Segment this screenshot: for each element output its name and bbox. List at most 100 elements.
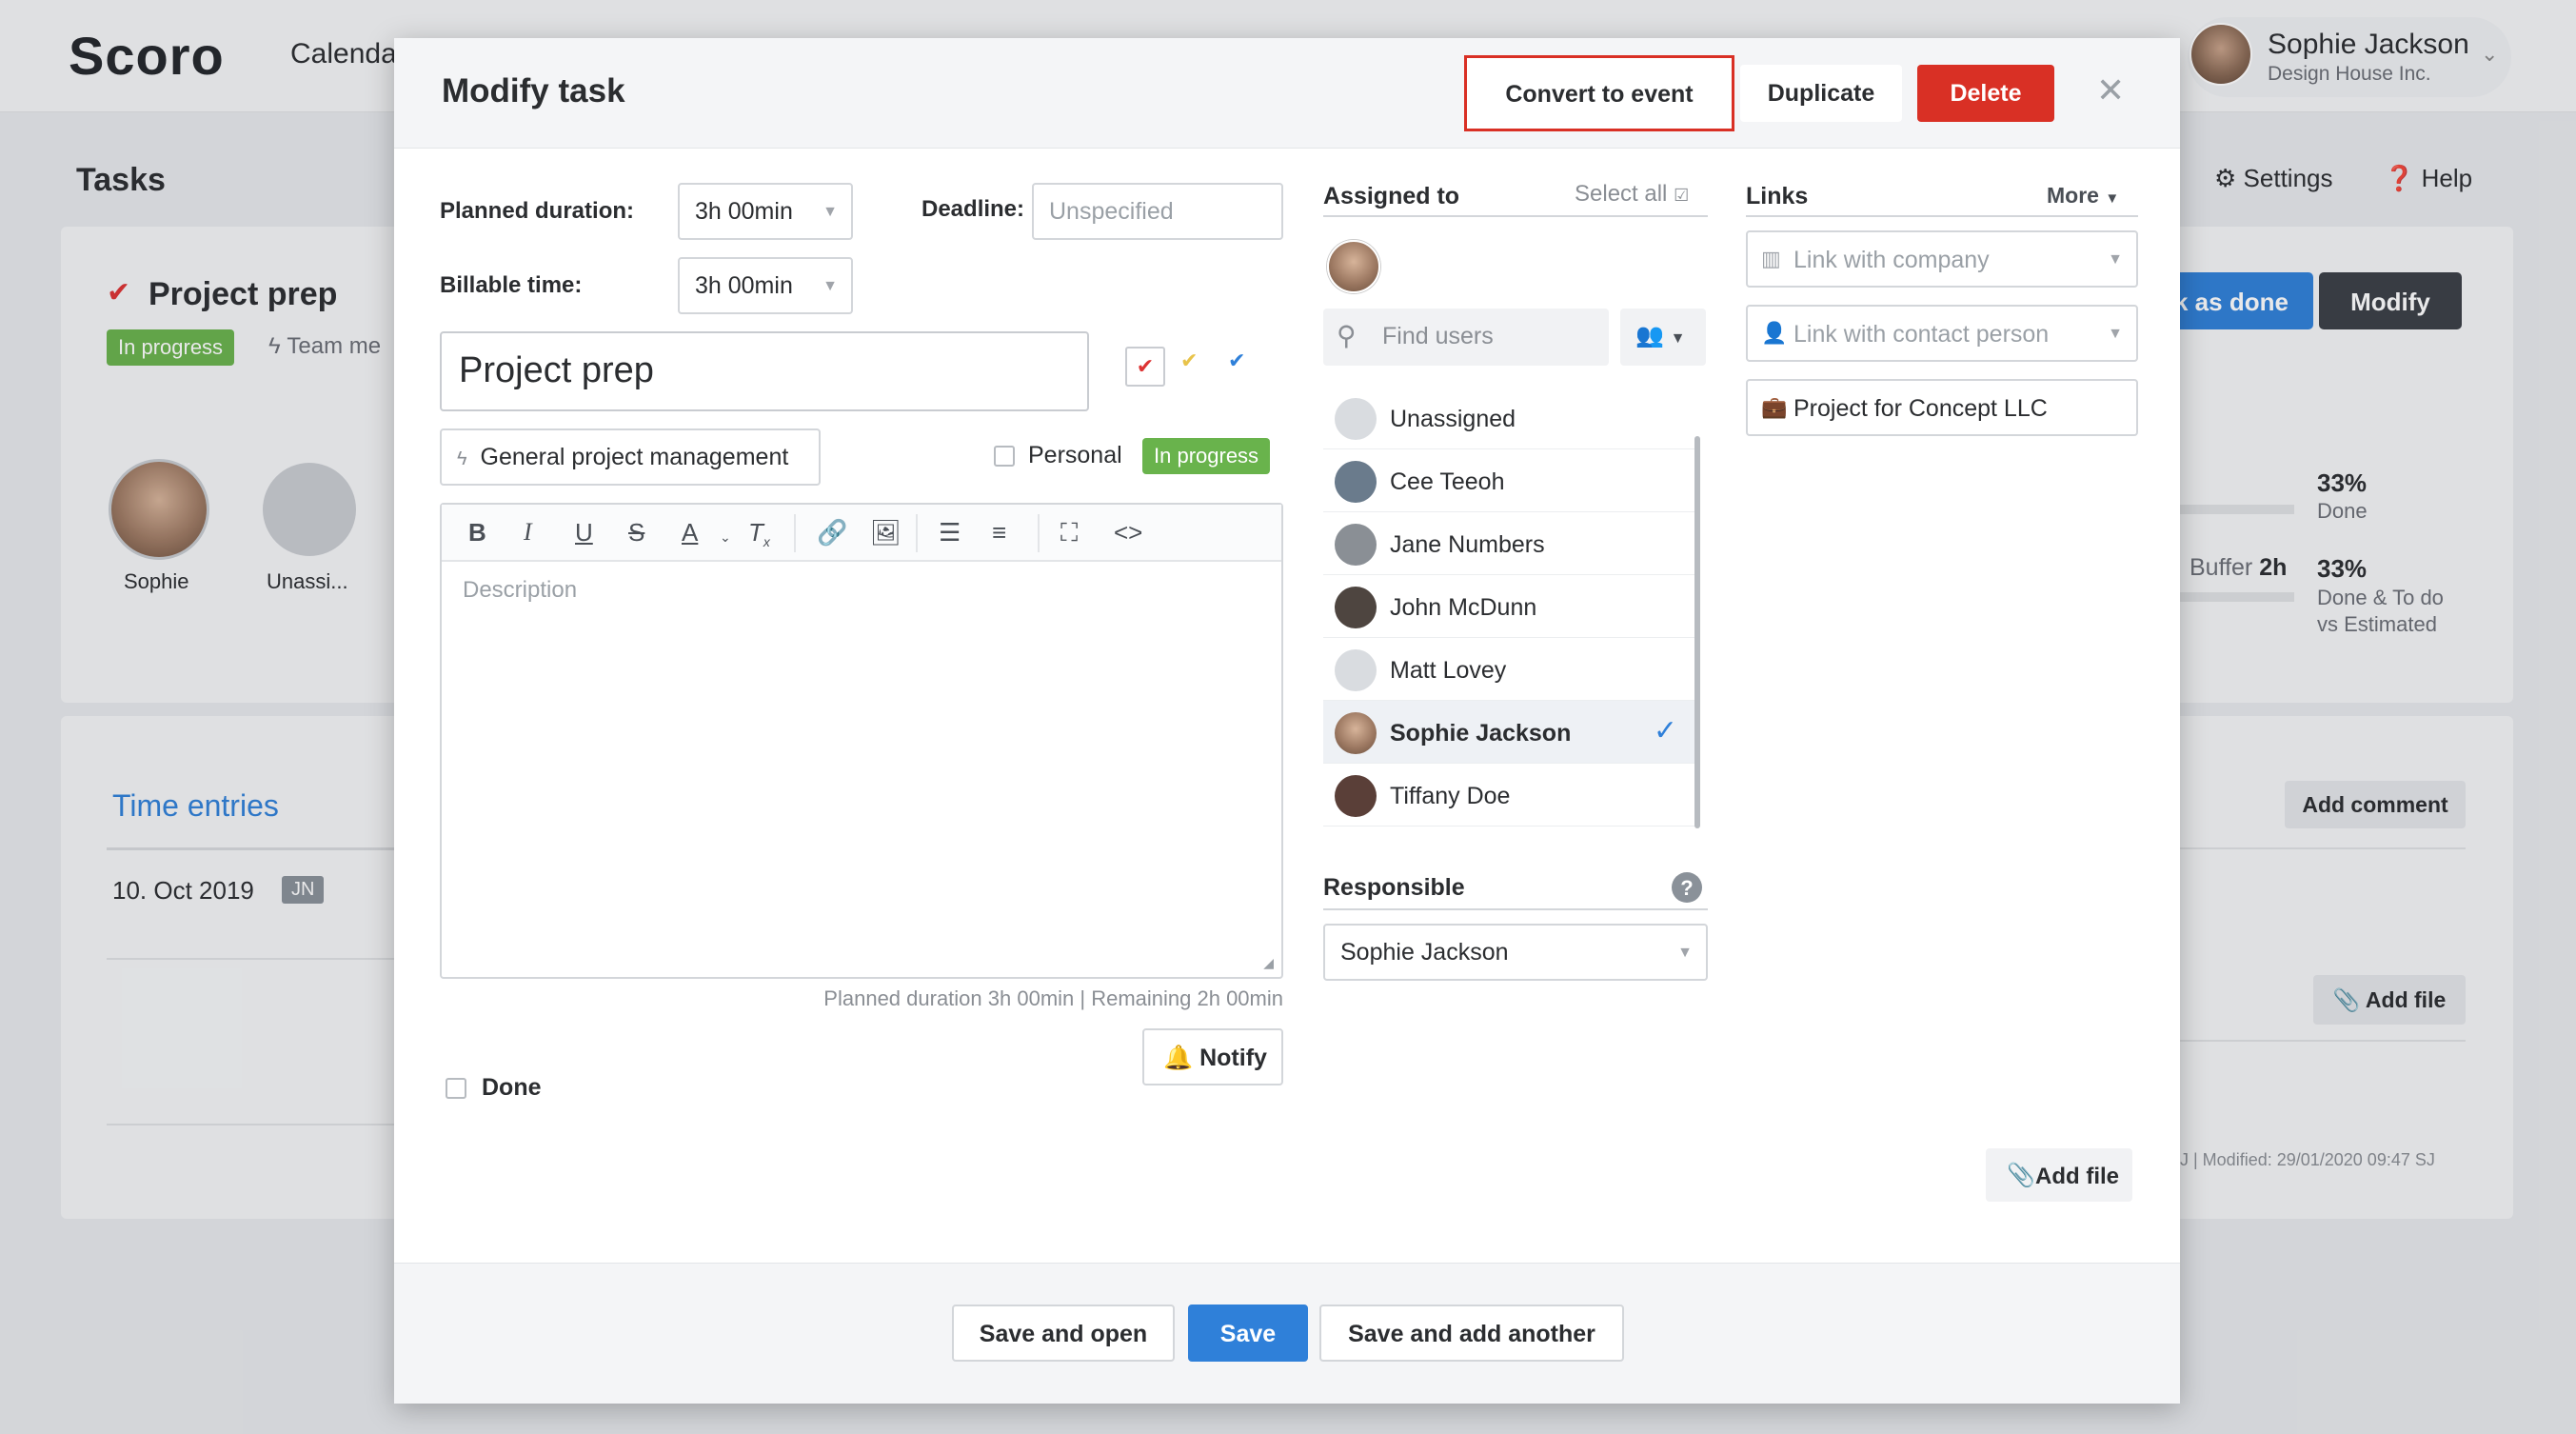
add-file-label: Add file [2035, 1164, 2119, 1189]
bold-icon[interactable]: B [468, 518, 486, 548]
fullscreen-icon[interactable]: ⛶ [1060, 518, 1078, 548]
user-name: Unassigned [1390, 406, 1516, 432]
close-icon[interactable]: ✕ [2096, 70, 2125, 110]
user-item-cee-teeoh[interactable]: Cee Teeoh [1323, 449, 1700, 512]
checkbox-icon: ☑ [1674, 186, 1690, 205]
link-company-placeholder: Link with company [1793, 247, 1990, 273]
search-icon: ⚲ [1337, 321, 1357, 350]
avatar [1335, 649, 1377, 691]
chevron-down-icon[interactable]: ⌄ [720, 529, 731, 546]
numbered-list-icon[interactable]: ≡ [992, 518, 1006, 548]
avatar [1335, 398, 1377, 440]
italic-icon[interactable]: I [524, 518, 532, 547]
notify-label: Notify [1199, 1045, 1267, 1071]
linked-project[interactable]: 💼 Project for Concept LLC [1746, 379, 2138, 436]
responsible-select[interactable]: Sophie Jackson ▼ [1323, 924, 1708, 981]
user-item-tiffany-doe[interactable]: Tiffany Doe [1323, 764, 1700, 827]
caret-down-icon: ▼ [1670, 330, 1686, 347]
deadline-field[interactable]: Unspecified [1032, 183, 1283, 240]
link-company-select[interactable]: ▥ Link with company ▼ [1746, 230, 2138, 288]
save-and-add-another-button[interactable]: Save and add another [1319, 1305, 1624, 1362]
caret-down-icon: ▼ [822, 278, 838, 294]
links-label: Links [1746, 183, 1809, 209]
find-users-input[interactable]: ⚲ Find users [1323, 309, 1609, 366]
toolbar-separator [916, 514, 918, 552]
save-button[interactable]: Save [1188, 1305, 1308, 1362]
caret-down-icon: ▼ [2108, 326, 2123, 342]
link-icon[interactable]: 🔗 [817, 518, 847, 548]
notify-button[interactable]: 🔔 Notify [1142, 1028, 1283, 1085]
underline-icon[interactable]: U [575, 518, 593, 548]
personal-checkbox[interactable] [994, 446, 1015, 467]
user-item-sophie-jackson[interactable]: Sophie Jackson ✓ [1323, 701, 1700, 764]
user-item-unassigned[interactable]: Unassigned [1323, 387, 1700, 449]
planned-duration-value: 3h 00min [695, 198, 793, 225]
convert-to-event-button[interactable]: Convert to event [1464, 55, 1734, 131]
bolt-icon: ϟ [457, 448, 467, 469]
priority-red-check[interactable]: ✔ [1125, 347, 1165, 387]
project-select[interactable]: ϟ General project management [440, 428, 821, 486]
status-badge[interactable]: In progress [1142, 438, 1271, 474]
personal-label: Personal [1028, 442, 1122, 468]
add-file-button[interactable]: 📎 Add file [1986, 1148, 2132, 1202]
help-icon[interactable]: ? [1672, 872, 1702, 903]
priority-blue-check[interactable]: ✔ [1228, 349, 1245, 373]
code-icon[interactable]: <> [1114, 518, 1142, 548]
clear-format-icon[interactable]: Tx [748, 518, 770, 549]
user-name: Cee Teeoh [1390, 468, 1505, 495]
resize-handle-icon[interactable]: ◢ [1263, 955, 1274, 971]
billable-time-select[interactable]: 3h 00min ▼ [678, 257, 853, 314]
description-editor[interactable]: B I U S A ⌄ Tx 🔗 🖼 ☰ ≡ ⛶ <> Description … [440, 503, 1283, 979]
editor-toolbar: B I U S A ⌄ Tx 🔗 🖼 ☰ ≡ ⛶ <> [442, 505, 1281, 562]
avatar [1335, 775, 1377, 817]
delete-button[interactable]: Delete [1917, 65, 2054, 122]
user-item-jane-numbers[interactable]: Jane Numbers [1323, 512, 1700, 575]
assigned-avatar[interactable] [1327, 240, 1380, 293]
divider [1323, 215, 1708, 217]
user-item-john-mcdunn[interactable]: John McDunn [1323, 575, 1700, 638]
planned-duration-select[interactable]: 3h 00min ▼ [678, 183, 853, 240]
strikethrough-icon[interactable]: S [628, 518, 644, 548]
find-users-placeholder: Find users [1382, 323, 1494, 349]
user-groups-dropdown[interactable]: 👥 ▼ [1620, 309, 1706, 366]
deadline-label: Deadline: [921, 196, 1025, 222]
bullet-list-icon[interactable]: ☰ [939, 518, 961, 548]
caret-down-icon: ▼ [822, 204, 838, 220]
duplicate-button[interactable]: Duplicate [1740, 65, 1902, 122]
avatar [1335, 712, 1377, 754]
user-name: Jane Numbers [1390, 531, 1545, 558]
linked-project-name: Project for Concept LLC [1793, 395, 2048, 422]
user-item-matt-lovey[interactable]: Matt Lovey [1323, 638, 1700, 701]
toolbar-separator [1038, 514, 1040, 552]
user-name: Tiffany Doe [1390, 783, 1511, 809]
link-contact-select[interactable]: 👤 Link with contact person ▼ [1746, 305, 2138, 362]
briefcase-icon: 💼 [1761, 395, 1788, 419]
done-checkbox[interactable] [446, 1078, 466, 1099]
task-name-input[interactable]: Project prep [440, 331, 1089, 411]
save-and-open-button[interactable]: Save and open [952, 1305, 1175, 1362]
done-label: Done [482, 1074, 542, 1101]
duration-meta: Planned duration 3h 00min | Remaining 2h… [823, 986, 1283, 1010]
avatar [1335, 587, 1377, 628]
image-icon[interactable]: 🖼 [870, 518, 902, 548]
responsible-label: Responsible [1323, 874, 1465, 901]
select-all-link[interactable]: Select all ☑ [1575, 181, 1689, 208]
text-color-icon[interactable]: A [682, 518, 698, 548]
user-name: Sophie Jackson [1390, 720, 1572, 747]
user-name: John McDunn [1390, 594, 1537, 621]
planned-duration-label: Planned duration: [440, 198, 634, 224]
project-value: General project management [480, 444, 789, 470]
users-icon: 👥 [1635, 323, 1664, 349]
responsible-value: Sophie Jackson [1340, 939, 1509, 966]
caret-down-icon: ▼ [2108, 251, 2123, 268]
more-dropdown[interactable]: More ▼ [2047, 183, 2119, 209]
billable-time-label: Billable time: [440, 272, 583, 298]
person-icon: 👤 [1761, 321, 1788, 345]
modify-task-dialog: Modify task Convert to event Duplicate D… [394, 38, 2180, 1404]
building-icon: ▥ [1761, 247, 1781, 270]
assigned-to-label: Assigned to [1323, 183, 1460, 209]
priority-yellow-check[interactable]: ✔ [1180, 349, 1198, 373]
paperclip-icon: 📎 [2007, 1163, 2035, 1188]
caret-down-icon: ▼ [1677, 945, 1693, 961]
user-list-scrollbar[interactable] [1694, 436, 1700, 828]
